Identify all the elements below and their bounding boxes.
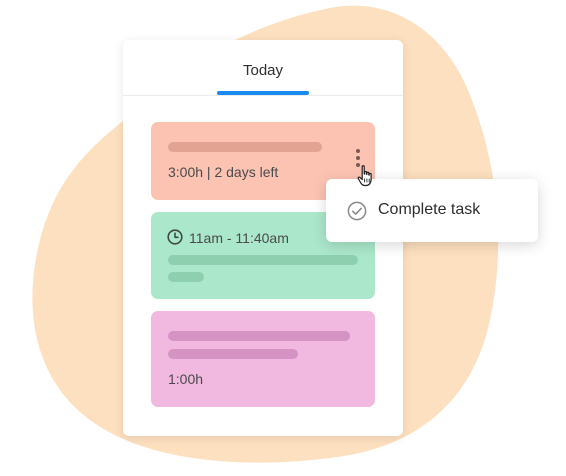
task-subtitle-placeholder [168, 349, 298, 359]
clock-icon [167, 229, 183, 245]
illustration-stage: Today 3:00h | 2 days left 11am - 11:40am [0, 0, 566, 476]
panel-header: Today [123, 40, 403, 96]
task-meta: 1:00h [168, 371, 204, 387]
tab-today[interactable]: Today [217, 40, 309, 95]
active-tab-indicator [217, 91, 309, 95]
task-context-menu: Complete task [326, 179, 538, 242]
complete-task-menu-item[interactable]: Complete task [378, 201, 480, 219]
task-card[interactable]: 1:00h [151, 311, 375, 407]
check-circle-icon [347, 201, 367, 221]
hand-cursor-icon [357, 165, 372, 187]
task-subtitle-placeholder [168, 272, 204, 282]
task-title-placeholder [168, 142, 322, 152]
task-title-placeholder [168, 331, 350, 341]
tab-today-label: Today [242, 62, 284, 79]
task-meta: 3:00h | 2 days left [168, 164, 279, 180]
task-title-placeholder [168, 255, 358, 265]
task-time: 11am - 11:40am [189, 230, 289, 246]
